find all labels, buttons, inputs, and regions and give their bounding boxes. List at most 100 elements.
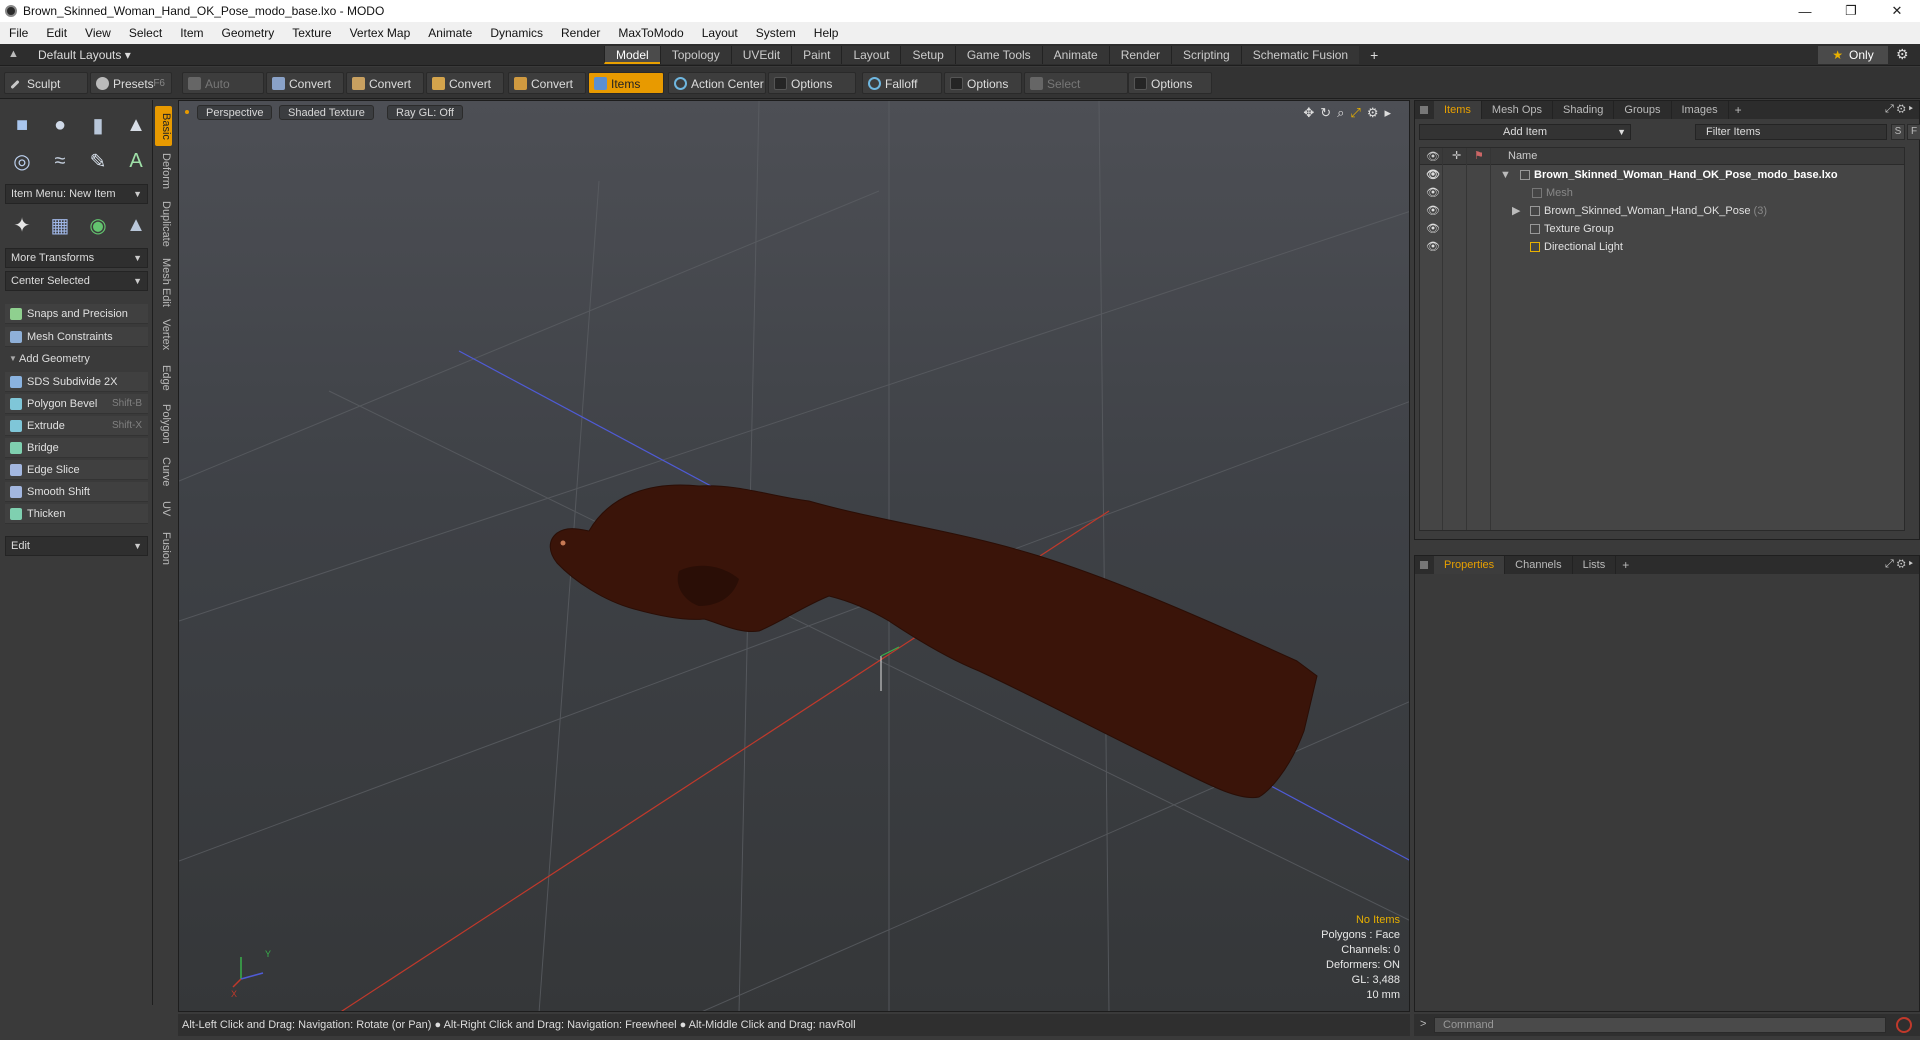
- convert-button-1[interactable]: Convert: [266, 72, 344, 94]
- viewport-gear-icon[interactable]: ⚙: [1367, 105, 1379, 121]
- action-center-button[interactable]: Action Center: [668, 72, 766, 94]
- mesh-grid-icon[interactable]: ▦: [44, 210, 76, 240]
- presets-button[interactable]: Presets F6: [90, 72, 172, 94]
- polygon-bevel-button[interactable]: Polygon Bevel Shift-B: [5, 394, 148, 414]
- eye-icon[interactable]: 👁: [1426, 166, 1440, 184]
- layout-select[interactable]: Default Layouts ▾: [38, 48, 131, 62]
- tab-channels[interactable]: Channels: [1505, 556, 1573, 574]
- vtab-edge[interactable]: Edge: [155, 362, 172, 394]
- tree-item-directional-light[interactable]: 👁 Directional Light: [1420, 238, 1904, 256]
- tab-paint[interactable]: Paint: [791, 46, 842, 64]
- render-column-icon[interactable]: ⚑: [1474, 149, 1484, 162]
- vtab-duplicate[interactable]: Duplicate: [155, 198, 172, 250]
- tree-item-scene[interactable]: 👁 ▼ Brown_Skinned_Woman_Hand_OK_Pose_mod…: [1420, 166, 1904, 184]
- add-item-dropdown[interactable]: Add Item ▼: [1419, 124, 1631, 140]
- add-panel-tab-button[interactable]: +: [1729, 103, 1748, 117]
- capsule-primitive-icon[interactable]: ≈: [44, 146, 76, 176]
- tab-scripting[interactable]: Scripting: [1171, 46, 1241, 64]
- tab-setup[interactable]: Setup: [900, 46, 955, 64]
- tab-layout[interactable]: Layout: [841, 46, 901, 64]
- menu-system[interactable]: System: [747, 26, 805, 40]
- edit-dropdown[interactable]: Edit ▼: [5, 536, 148, 556]
- fit-icon[interactable]: ⤢: [1350, 105, 1360, 121]
- only-toggle[interactable]: ★ Only: [1818, 46, 1888, 64]
- zoom-icon[interactable]: ⌕: [1337, 105, 1344, 121]
- 3d-viewport[interactable]: Y X Perspective Shaded Texture Ray GL: O…: [178, 100, 1410, 1012]
- tree-item-texture-group[interactable]: 👁 Texture Group: [1420, 220, 1904, 238]
- select-through-button[interactable]: Select Through: [1024, 72, 1128, 113]
- menu-render[interactable]: Render: [552, 26, 609, 40]
- torus-primitive-icon[interactable]: ◎: [6, 146, 38, 176]
- eye-icon[interactable]: 👁: [1426, 184, 1440, 202]
- extrude-button[interactable]: Extrude Shift-X: [5, 416, 148, 436]
- menu-file[interactable]: File: [0, 26, 37, 40]
- snaps-button[interactable]: Snaps and Precision: [5, 304, 148, 324]
- menu-view[interactable]: View: [76, 26, 120, 40]
- items-mode-button[interactable]: Items: [588, 72, 664, 94]
- action-center-options-button[interactable]: Options: [768, 72, 856, 94]
- vtab-uv[interactable]: UV: [155, 498, 172, 520]
- visibility-column-icon[interactable]: 👁: [1426, 150, 1440, 163]
- record-macro-icon[interactable]: [1896, 1017, 1912, 1033]
- convert-button-3[interactable]: Convert: [426, 72, 504, 94]
- eye-icon[interactable]: 👁: [1426, 202, 1440, 220]
- tab-mesh-ops[interactable]: Mesh Ops: [1482, 101, 1554, 119]
- command-input[interactable]: Command: [1434, 1017, 1886, 1033]
- vtab-mesh-edit[interactable]: Mesh Edit: [155, 256, 172, 308]
- expand-arrow-icon[interactable]: ▸: [1384, 105, 1391, 121]
- auto-select-button[interactable]: Auto Select: [182, 72, 264, 113]
- view-type-dropdown[interactable]: Perspective: [197, 105, 273, 120]
- sds-subdivide-button[interactable]: SDS Subdivide 2X: [5, 372, 148, 392]
- menu-layout[interactable]: Layout: [693, 26, 747, 40]
- menu-geometry[interactable]: Geometry: [213, 26, 284, 40]
- panel-expand-icon[interactable]: ⤢ ⚙ ▸: [1885, 558, 1913, 571]
- eye-icon[interactable]: 👁: [1426, 238, 1440, 256]
- tab-images[interactable]: Images: [1672, 101, 1729, 119]
- expand-triangle-icon[interactable]: ▶: [1512, 202, 1520, 220]
- bridge-button[interactable]: Bridge: [5, 438, 148, 458]
- shading-dropdown[interactable]: Shaded Texture: [279, 105, 374, 120]
- vtab-deform[interactable]: Deform: [155, 150, 172, 192]
- tree-item-mesh[interactable]: 👁 Mesh: [1420, 184, 1904, 202]
- thicken-button[interactable]: Thicken: [5, 504, 148, 524]
- sculpt-button[interactable]: Sculpt: [4, 72, 88, 94]
- tab-groups[interactable]: Groups: [1614, 101, 1672, 119]
- hand-model[interactable]: [549, 484, 1318, 799]
- sphere-primitive-icon[interactable]: ●: [44, 110, 76, 140]
- menu-edit[interactable]: Edit: [37, 26, 76, 40]
- more-transforms-dropdown[interactable]: More Transforms ▼: [5, 248, 148, 268]
- menu-item[interactable]: Item: [171, 26, 212, 40]
- mesh-constraints-button[interactable]: Mesh Constraints: [5, 327, 148, 347]
- select-options-button[interactable]: Options: [1128, 72, 1212, 94]
- cone-primitive-icon[interactable]: ▲: [120, 110, 152, 140]
- menu-select[interactable]: Select: [120, 26, 171, 40]
- gear-icon[interactable]: ⚙: [1896, 46, 1909, 63]
- lattice-icon[interactable]: ▲: [120, 210, 152, 240]
- falloff-options-button[interactable]: Options: [944, 72, 1022, 94]
- tab-model[interactable]: Model: [604, 46, 660, 64]
- rotate-icon[interactable]: ↻: [1320, 105, 1331, 121]
- vtab-polygon[interactable]: Polygon: [155, 402, 172, 446]
- add-tab-button[interactable]: +: [1359, 46, 1389, 64]
- vtab-curve[interactable]: Curve: [155, 454, 172, 490]
- tab-uvedit[interactable]: UVEdit: [730, 46, 792, 64]
- close-button[interactable]: ✕: [1874, 0, 1920, 22]
- cylinder-primitive-icon[interactable]: ▮: [82, 110, 114, 140]
- expand-triangle-icon[interactable]: ▼: [1500, 166, 1511, 184]
- pan-icon[interactable]: ✥: [1303, 105, 1314, 121]
- panel-menu-icon[interactable]: [1420, 561, 1428, 569]
- menu-maxtomodo[interactable]: MaxToModo: [609, 26, 692, 40]
- text-tool-icon[interactable]: A: [120, 146, 152, 176]
- add-geometry-section[interactable]: ▼ Add Geometry: [5, 350, 148, 368]
- tab-lists[interactable]: Lists: [1573, 556, 1617, 574]
- tab-schematic-fusion[interactable]: Schematic Fusion: [1240, 46, 1360, 64]
- convert-button-4[interactable]: Convert: [508, 72, 586, 94]
- vtab-fusion[interactable]: Fusion: [155, 530, 172, 568]
- tab-render[interactable]: Render: [1108, 46, 1172, 64]
- locator-icon[interactable]: ✦: [6, 210, 38, 240]
- minimize-button[interactable]: —: [1782, 0, 1828, 22]
- tab-game-tools[interactable]: Game Tools: [954, 46, 1042, 64]
- add-panel-tab-button[interactable]: +: [1616, 558, 1635, 572]
- tab-shading[interactable]: Shading: [1553, 101, 1615, 119]
- tab-topology[interactable]: Topology: [659, 46, 731, 64]
